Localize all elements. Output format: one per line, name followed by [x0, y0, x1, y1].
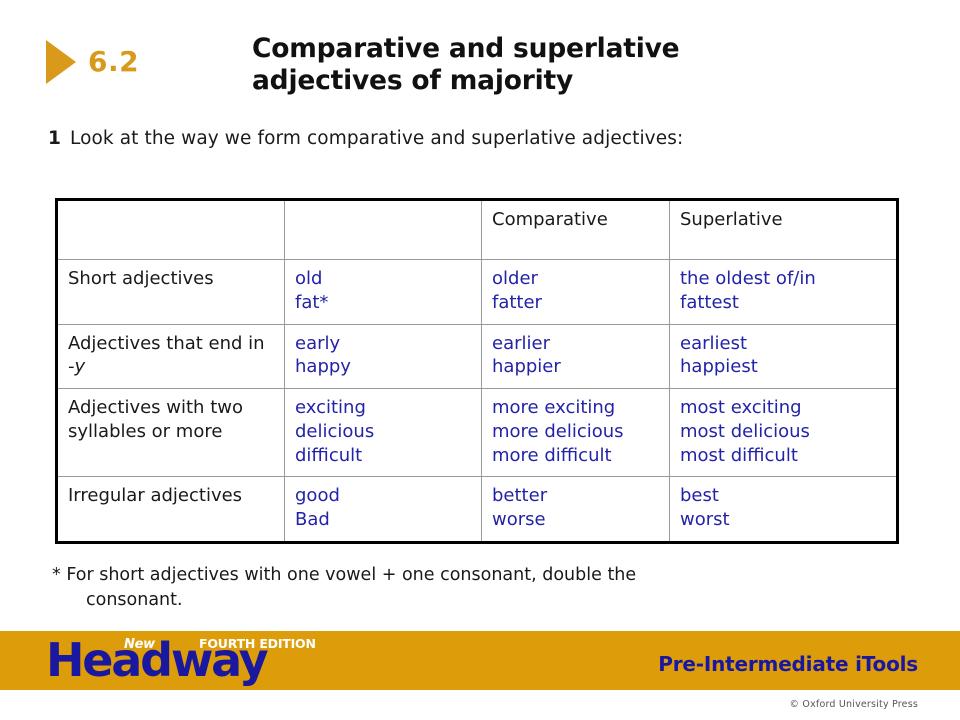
page-title-line-2: adjectives of majority: [252, 65, 574, 97]
footnote-line-1: * For short adjectives with one vowel + …: [52, 565, 637, 585]
instruction-line: 1 Look at the way we form comparative and…: [48, 128, 683, 149]
row-category-endy: Adjectives that end in -y: [56, 323, 285, 389]
table-row: Irregular adjectives good Bad better worse…: [56, 476, 898, 543]
row-superlative-endy: earliest happiest: [669, 323, 898, 389]
unit-number: 6.2: [88, 45, 140, 78]
row-category-endy-suffix: -y: [68, 356, 86, 378]
grammar-table: Comparative Superlative Short adjectives…: [55, 198, 899, 544]
table-header-blank-1: [56, 199, 285, 260]
row-category-irregular: Irregular adjectives: [56, 476, 285, 543]
row-base-endy: early happy: [284, 323, 482, 389]
instruction-number: 1: [48, 128, 61, 149]
page-header: 6.2 Comparative and superlative adjectiv…: [0, 0, 960, 118]
row-base-multisyllable: exciting delicious difficult: [284, 387, 482, 478]
copyright-text: © Oxford University Press: [789, 699, 918, 710]
row-comparative-endy: earlier happier: [481, 323, 670, 389]
table-header-comparative: Comparative: [481, 199, 670, 260]
row-comparative-irregular: better worse: [481, 476, 670, 543]
grammar-table-container: Comparative Superlative Short adjectives…: [55, 198, 899, 544]
footnote-line-2: consonant.: [86, 590, 183, 611]
row-superlative-irregular: best worst: [669, 476, 898, 543]
product-label: Pre-Intermediate iTools: [658, 652, 918, 676]
logo-new-text: New: [124, 637, 155, 652]
page-title: Comparative and superlative adjectives o…: [252, 33, 892, 98]
logo-edition-text: FOURTH EDITION: [199, 636, 316, 651]
headway-logo: Headway New FOURTH EDITION: [46, 633, 446, 689]
row-base-irregular: good Bad: [284, 476, 482, 543]
table-row: Short adjectives old fat* older fatter the…: [56, 259, 898, 325]
play-triangle-icon: [46, 40, 76, 84]
row-superlative-multisyllable: most exciting most delicious most difficul…: [669, 387, 898, 478]
table-header-row: Comparative Superlative: [56, 199, 898, 260]
row-category-endy-text: Adjectives that end in: [68, 332, 265, 354]
row-base-short: old fat*: [284, 259, 482, 325]
row-superlative-short: the oldest of/in fattest: [669, 259, 898, 325]
row-comparative-multisyllable: more exciting more delicious more difficul…: [481, 387, 670, 478]
row-comparative-short: older fatter: [481, 259, 670, 325]
table-header-superlative: Superlative: [669, 199, 898, 260]
row-category-short: Short adjectives: [56, 259, 285, 325]
page-title-line-1: Comparative and superlative: [252, 33, 680, 64]
instruction-text: Look at the way we form comparative and …: [69, 128, 684, 149]
row-category-multisyllable: Adjectives with two syllables or more: [56, 387, 285, 478]
unit-marker: 6.2: [46, 40, 139, 84]
table-row: Adjectives with two syllables or more ex…: [56, 387, 898, 478]
table-header-blank-2: [284, 199, 482, 260]
footnote: * For short adjectives with one vowel + …: [52, 563, 752, 614]
table-row: Adjectives that end in -y early happy ear…: [56, 323, 898, 389]
